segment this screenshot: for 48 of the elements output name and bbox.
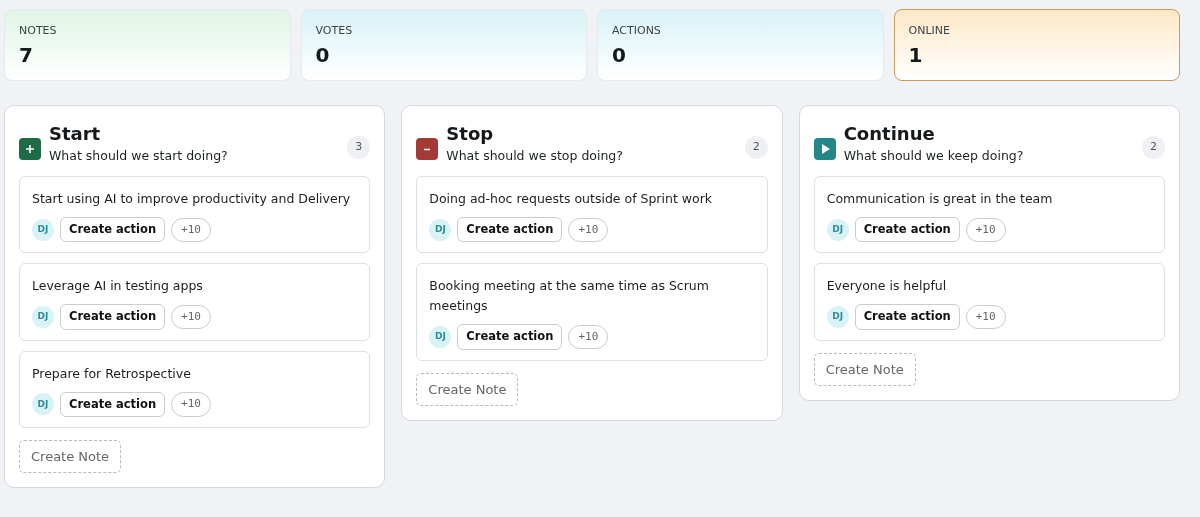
create-note-button[interactable]: Create Note xyxy=(19,439,122,474)
author-avatar: DJ xyxy=(429,326,452,348)
vote-button[interactable]: +10 xyxy=(568,324,609,350)
vote-button[interactable]: +10 xyxy=(171,217,211,242)
author-avatar: DJ xyxy=(32,393,54,416)
note-text: Everyone is helpful xyxy=(826,277,948,296)
create-action-button[interactable]: Create action xyxy=(457,324,563,350)
create-action-button[interactable]: Create action xyxy=(854,217,960,243)
note-text: Leverage AI in testing apps xyxy=(32,277,204,296)
author-avatar: DJ xyxy=(826,218,849,241)
vote-button[interactable]: +10 xyxy=(965,217,1006,242)
note-text: Start using AI to improve productivity and Delivery xyxy=(32,190,352,209)
column-title: Start xyxy=(49,122,102,146)
stat-label: ACTIONS xyxy=(612,23,662,39)
create-action-button[interactable]: Create action xyxy=(60,304,166,330)
stat-value: 7 xyxy=(19,43,34,66)
author-avatar: DJ xyxy=(32,218,54,241)
author-avatar: DJ xyxy=(826,306,849,328)
note-text: Booking meeting at the same time as Scrum meetings xyxy=(429,277,710,316)
create-action-button[interactable]: Create action xyxy=(60,391,166,417)
stat-label: ONLINE xyxy=(908,23,951,39)
create-note-button[interactable]: Create Note xyxy=(813,352,916,387)
column-subtitle: What should we stop doing? xyxy=(446,147,623,166)
note-count: 3 xyxy=(347,136,371,159)
column-title: Continue xyxy=(843,122,936,146)
create-note-button[interactable]: Create Note xyxy=(416,372,519,407)
note-count: 2 xyxy=(1142,136,1165,159)
stat-value: 1 xyxy=(908,43,924,66)
create-action-button[interactable]: Create action xyxy=(854,304,960,330)
vote-button[interactable]: +10 xyxy=(171,304,211,330)
create-action-button[interactable]: Create action xyxy=(457,217,563,243)
column-subtitle: What should we keep doing? xyxy=(843,147,1024,166)
author-avatar: DJ xyxy=(429,218,452,241)
note-text: Doing ad-hoc requests outside of Sprint work xyxy=(429,190,714,209)
column-title: Stop xyxy=(446,122,495,146)
author-avatar: DJ xyxy=(32,306,54,328)
stat-label: NOTES xyxy=(19,23,58,39)
note-text: Communication is great in the team xyxy=(826,190,1054,209)
column-subtitle: What should we start doing? xyxy=(49,147,228,166)
vote-button[interactable]: +10 xyxy=(568,217,609,242)
stat-value: 0 xyxy=(315,43,331,66)
create-action-button[interactable]: Create action xyxy=(60,217,166,243)
vote-button[interactable]: +10 xyxy=(965,304,1006,330)
stat-label: VOTES xyxy=(315,23,354,39)
vote-button[interactable]: +10 xyxy=(171,392,211,417)
note-text: Prepare for Retrospective xyxy=(32,364,192,383)
note-count: 2 xyxy=(744,136,768,159)
stat-value: 0 xyxy=(612,43,627,66)
